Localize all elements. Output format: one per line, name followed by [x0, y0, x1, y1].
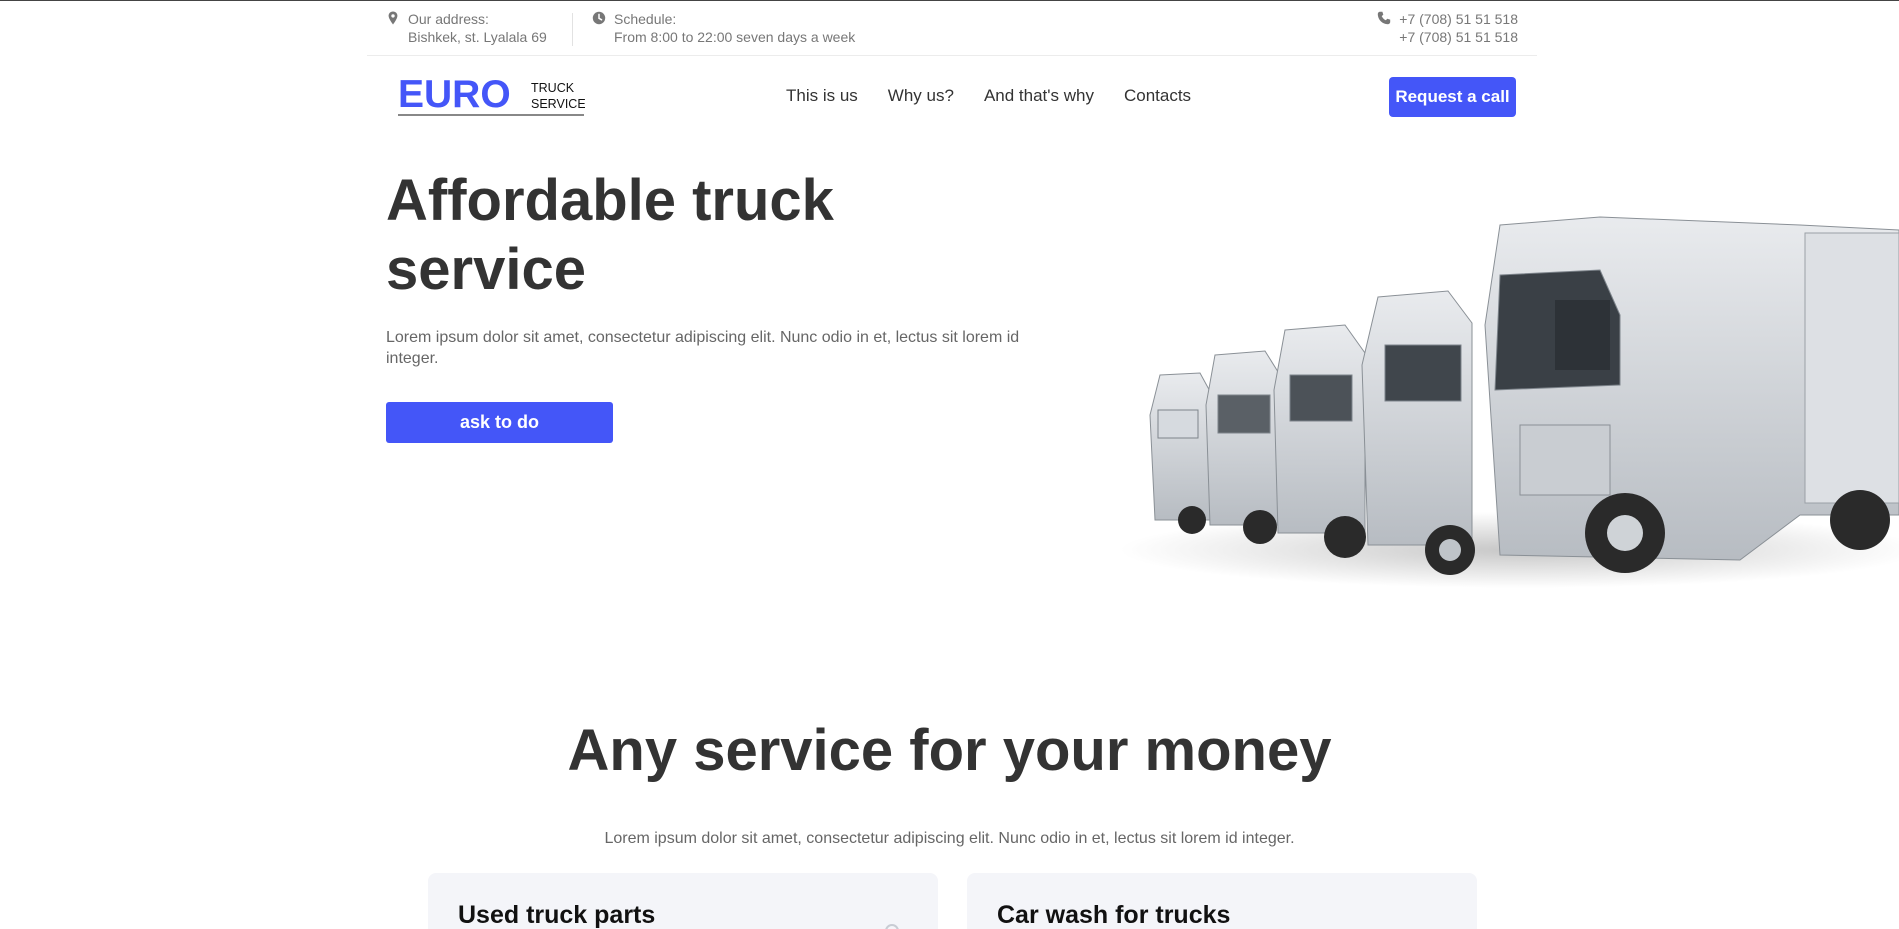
clock-icon — [592, 11, 606, 25]
service-card-title: Car wash for trucks — [997, 901, 1231, 929]
address-label: Our address: — [408, 11, 489, 27]
info-divider — [572, 13, 573, 46]
service-card-title: Used truck parts — [458, 901, 656, 929]
phone-icon — [1378, 11, 1391, 25]
euro-truck-service-logo[interactable]: EURO TRUCK SERVICE — [397, 74, 585, 117]
address-info: Our address: Bishkek, st. Lyalala 69 — [386, 10, 547, 46]
service-card-used-truck-parts[interactable]: Used truck parts — [428, 873, 938, 929]
schedule-info: Schedule: From 8:00 to 22:00 seven days … — [592, 10, 855, 46]
service-card-car-wash[interactable]: Car wash for trucks — [967, 873, 1477, 929]
gear-icon — [885, 924, 899, 929]
phone-number[interactable]: +7 (708) 51 51 518 — [1399, 10, 1518, 28]
nav-and-thats-why[interactable]: And that's why — [984, 84, 1094, 108]
top-info-bar: Our address: Bishkek, st. Lyalala 69 Sch… — [367, 1, 1537, 56]
main-nav: This is us Why us? And that's why Contac… — [786, 84, 1191, 108]
address-value: Bishkek, st. Lyalala 69 — [408, 29, 547, 45]
truck-fleet-image — [1120, 216, 1899, 588]
hero-description: Lorem ipsum dolor sit amet, consectetur … — [386, 329, 1020, 367]
services-description: Lorem ipsum dolor sit amet, consectetur … — [604, 830, 1295, 847]
logo-line-service: SERVICE — [531, 97, 585, 111]
services-title: Any service for your money — [567, 718, 1332, 783]
schedule-value: From 8:00 to 22:00 seven days a week — [614, 29, 856, 45]
ask-to-do-button[interactable]: ask to do — [386, 402, 613, 443]
nav-why-us[interactable]: Why us? — [888, 84, 954, 108]
schedule-label: Schedule: — [614, 11, 677, 27]
phones-info: +7 (708) 51 51 518 +7 (708) 51 51 518 — [1377, 10, 1518, 46]
phone-number[interactable]: +7 (708) 51 51 518 — [1399, 28, 1518, 46]
hero-title: Affordable truck service — [386, 168, 834, 302]
logo-line-truck: TRUCK — [531, 81, 575, 95]
request-call-button[interactable]: Request a call — [1389, 77, 1516, 117]
logo-wordmark: EURO — [398, 74, 511, 116]
location-pin-icon — [388, 11, 398, 25]
nav-this-is-us[interactable]: This is us — [786, 84, 858, 108]
nav-contacts[interactable]: Contacts — [1124, 84, 1191, 108]
